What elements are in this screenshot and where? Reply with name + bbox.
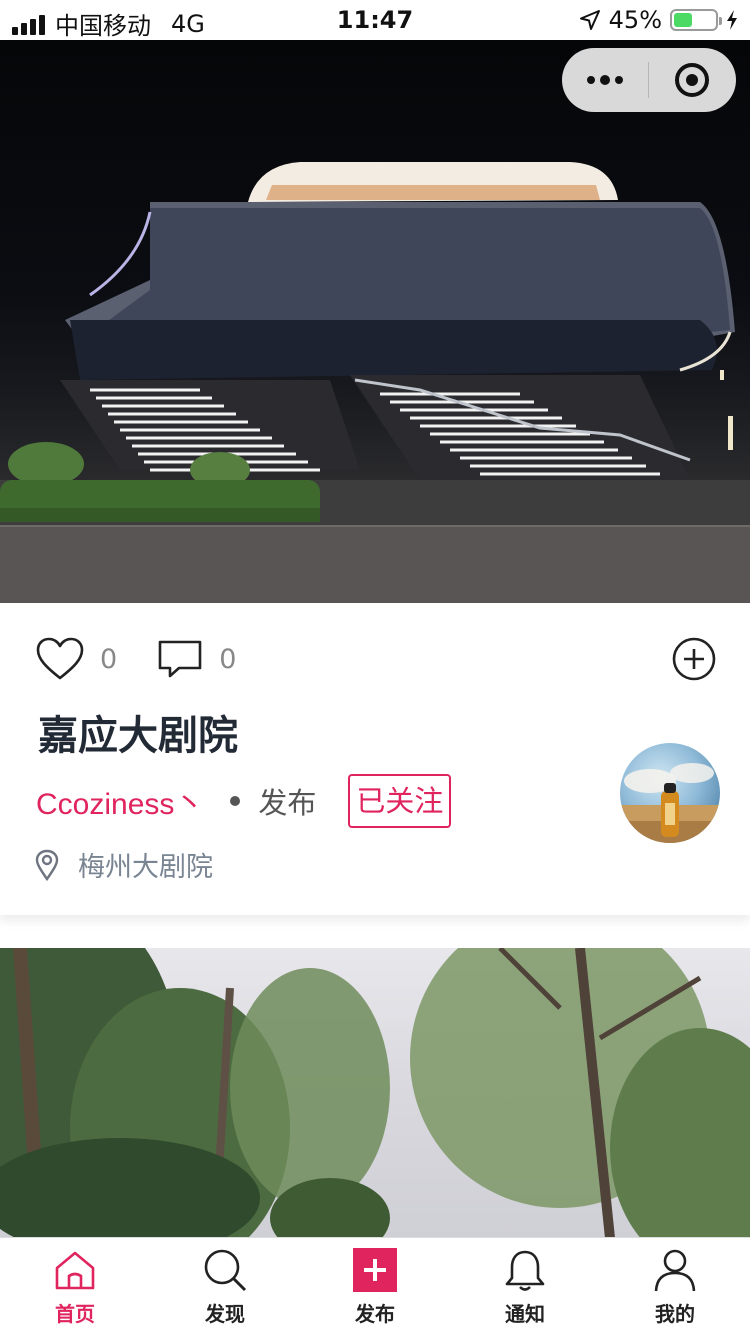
- miniprogram-capsule: [562, 48, 736, 112]
- trees-illustration: [0, 948, 750, 1238]
- post-location[interactable]: 梅州大剧院: [34, 845, 213, 884]
- post-photo-trees[interactable]: [0, 948, 750, 1238]
- like-action[interactable]: 0: [36, 637, 117, 681]
- tab-profile[interactable]: 我的: [600, 1238, 750, 1334]
- charging-bolt-icon: [727, 10, 737, 30]
- target-circle-icon[interactable]: [649, 48, 735, 112]
- tab-home[interactable]: 首页: [0, 1238, 150, 1334]
- avatar-image: [620, 763, 720, 843]
- publish-label: 发布: [258, 786, 317, 820]
- add-circle-icon[interactable]: [672, 637, 716, 681]
- battery-percent: 45%: [608, 6, 662, 34]
- tab-profile-label: 我的: [655, 1302, 695, 1326]
- comment-icon[interactable]: [157, 639, 203, 679]
- status-bar: 中国移动 4G 11:47 45%: [0, 0, 750, 40]
- tab-publish-label: 发布: [355, 1302, 395, 1326]
- status-right: 45%: [579, 6, 738, 34]
- location-label: 梅州大剧院: [78, 852, 213, 883]
- tab-notifications-label: 通知: [505, 1302, 545, 1326]
- battery-level-fill: [674, 13, 692, 27]
- follow-button[interactable]: 已关注: [348, 774, 452, 828]
- app-screen: 中国移动 4G 11:47 45% 0 0 嘉应大剧院 Ccoziness丶 发…: [0, 0, 750, 1334]
- location-arrow-icon: [579, 10, 600, 30]
- tab-bar: 首页 发现 发布 通知 我的: [0, 1237, 750, 1334]
- avatar[interactable]: [620, 743, 720, 843]
- user-icon: [654, 1249, 696, 1292]
- post-actions: 0 0: [36, 637, 276, 681]
- heart-icon[interactable]: [36, 637, 84, 681]
- tab-publish[interactable]: 发布: [300, 1238, 450, 1334]
- tab-discover-label: 发现: [205, 1302, 245, 1326]
- location-pin-icon: [35, 849, 59, 881]
- tab-home-label: 首页: [55, 1302, 95, 1326]
- post-card: 0 0 嘉应大剧院 Ccoziness丶 发布 已关注 梅州大剧院: [0, 603, 750, 915]
- battery-icon: [670, 9, 722, 31]
- post-meta: Ccoziness丶 发布 已关注: [36, 773, 452, 829]
- author-name[interactable]: Ccoziness丶: [36, 779, 204, 823]
- post-title: 嘉应大剧院: [38, 713, 238, 759]
- tab-discover[interactable]: 发现: [150, 1238, 300, 1334]
- plus-square-icon: [353, 1248, 397, 1292]
- like-count: 0: [100, 643, 118, 675]
- more-dots-icon[interactable]: [562, 48, 648, 112]
- separator-dot: [230, 796, 241, 806]
- tab-notifications[interactable]: 通知: [450, 1238, 600, 1334]
- search-icon: [204, 1249, 247, 1292]
- bell-icon: [505, 1250, 545, 1291]
- comment-action[interactable]: 0: [157, 639, 236, 679]
- post-photo-theater[interactable]: [0, 40, 750, 603]
- home-icon: [55, 1251, 95, 1290]
- comment-count: 0: [219, 643, 237, 675]
- theater-illustration: [0, 162, 750, 603]
